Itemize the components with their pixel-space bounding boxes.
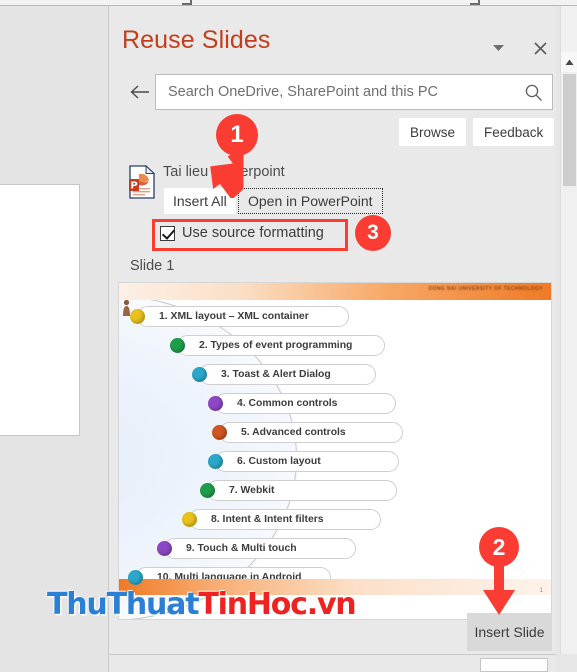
thumb-page-number: 1 [539, 588, 543, 594]
powerpoint-file-icon: P [128, 164, 156, 199]
scrollbar-thumb[interactable] [563, 74, 576, 186]
thumb-topic-pill: 5. Advanced controls [219, 422, 403, 443]
thumb-topic-pill: 6. Custom layout [215, 451, 399, 472]
slide-editor-area [0, 6, 108, 672]
thumb-topic-pill: 2. Types of event programming [177, 335, 385, 356]
thumb-topic-pill: 9. Touch & Multi touch [164, 538, 356, 559]
annotation-arrow-1 [210, 144, 244, 198]
svg-text:P: P [130, 181, 137, 192]
thumb-topic-text: 7. Webkit [229, 485, 275, 496]
thumb-topic-text: 8. Intent & Intent filters [211, 514, 324, 525]
watermark-part2: TinHoc.vn [198, 587, 356, 622]
powerpoint-reuse-slides-screen: Reuse Slides Browse Feedback [0, 0, 577, 672]
thumb-topic-dot [200, 483, 215, 498]
annotation-marker-3-number: 3 [355, 215, 391, 251]
chevron-down-icon[interactable] [488, 38, 508, 58]
thumb-topic-item: 5. Advanced controls [119, 418, 551, 447]
watermark-part1: ThuThuat [47, 587, 200, 622]
browse-button[interactable]: Browse [399, 118, 467, 146]
thumb-topic-item: 8. Intent & Intent filters [119, 505, 551, 534]
thumb-topic-item: 6. Custom layout [119, 447, 551, 476]
thumb-topic-dot [128, 570, 143, 585]
thumb-topic-dot [208, 454, 223, 469]
thumb-topic-pill: 1. XML layout – XML container [137, 306, 349, 327]
pane-header: Reuse Slides [109, 16, 556, 64]
thumb-topic-pill: 3. Toast & Alert Dialog [199, 364, 376, 385]
thumb-topic-text: 3. Toast & Alert Dialog [221, 369, 331, 380]
thumb-topic-text: 1. XML layout – XML container [159, 311, 309, 322]
thumb-topic-text: 2. Types of event programming [199, 340, 353, 351]
annotation-rect-checkbox [152, 219, 348, 251]
status-field [480, 658, 548, 672]
search-input[interactable] [168, 75, 518, 109]
annotation-arrow-2 [483, 560, 515, 615]
open-in-powerpoint-button[interactable]: Open in PowerPoint [238, 188, 383, 214]
thumb-topic-dot [157, 541, 172, 556]
close-icon[interactable] [530, 38, 550, 58]
thumb-topic-item: 2. Types of event programming [119, 331, 551, 360]
editor-slide-canvas[interactable] [0, 184, 80, 436]
insert-slide-button[interactable]: Insert Slide [467, 613, 552, 651]
thumb-top-banner: DONG NAI UNIVERSITY OF TECHNOLOGY [119, 283, 551, 300]
watermark: ThuThuatTinHoc.vn [47, 587, 357, 622]
thumb-topic-text: 5. Advanced controls [241, 427, 346, 438]
thumb-topic-dot [208, 396, 223, 411]
thumb-topic-item: 7. Webkit [119, 476, 551, 505]
crop-mark-left [182, 0, 192, 5]
thumb-topic-text: 9. Touch & Multi touch [186, 543, 297, 554]
thumb-topic-pill: 8. Intent & Intent filters [189, 509, 381, 530]
thumb-topic-dot [212, 425, 227, 440]
back-arrow-icon[interactable] [128, 80, 152, 104]
thumb-topic-text: 4. Common controls [237, 398, 338, 409]
thumb-topic-pill: 4. Common controls [215, 393, 396, 414]
pane-scrollbar[interactable] [560, 6, 577, 654]
thumb-topic-text: 6. Custom layout [237, 456, 321, 467]
page-title: Reuse Slides [122, 26, 271, 54]
thumb-topic-item: 4. Common controls [119, 389, 551, 418]
thumb-banner-text: DONG NAI UNIVERSITY OF TECHNOLOGY [428, 286, 543, 292]
thumb-topic-pill: 7. Webkit [207, 480, 397, 501]
search-box[interactable] [155, 74, 553, 110]
pane-bottom-bar [109, 654, 556, 672]
thumb-topic-dot [192, 367, 207, 382]
thumb-topic-dot [130, 309, 145, 324]
thumb-topic-item: 3. Toast & Alert Dialog [119, 360, 551, 389]
search-icon[interactable] [524, 83, 543, 102]
slide-number-label: Slide 1 [130, 258, 175, 274]
feedback-button[interactable]: Feedback [473, 118, 555, 146]
crop-mark-right [470, 0, 480, 5]
thumb-topic-dot [182, 512, 197, 527]
thumb-topic-item: 1. XML layout – XML container [119, 302, 551, 331]
scrollbar-up-arrow-icon[interactable] [561, 52, 577, 72]
thumb-topic-dot [170, 338, 185, 353]
